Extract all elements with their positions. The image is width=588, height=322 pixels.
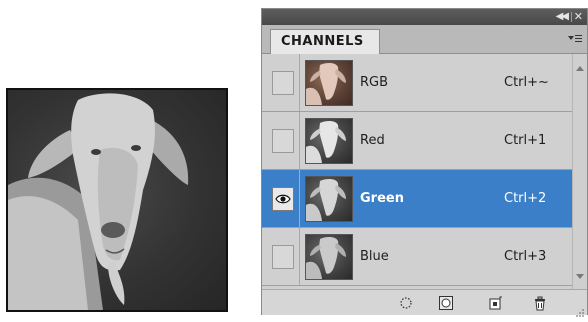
collapse-icon[interactable]: ◀◀	[556, 11, 569, 23]
titlebar-separator	[571, 12, 572, 22]
channel-name: Green	[360, 191, 404, 206]
visibility-toggle[interactable]	[272, 129, 294, 153]
column-divider	[299, 228, 300, 285]
close-icon[interactable]: ✕	[574, 10, 583, 24]
channel-name: Blue	[360, 249, 389, 264]
eye-icon	[275, 194, 291, 204]
column-divider	[299, 170, 300, 227]
panel-bottom-bar	[262, 289, 587, 317]
delete-channel-icon[interactable]	[532, 295, 548, 311]
new-channel-icon[interactable]	[488, 295, 504, 311]
goat-illustration	[8, 93, 189, 310]
channel-name: Red	[360, 133, 385, 148]
visibility-toggle[interactable]	[272, 187, 294, 211]
channel-row-rgb[interactable]: RGB Ctrl+~	[262, 54, 572, 112]
column-divider	[299, 54, 300, 111]
channel-thumbnail	[305, 234, 353, 280]
channel-thumbnail	[305, 118, 353, 164]
channels-panel: ◀◀ ✕ CHANNELS RGB Ctrl+~ Red Ctrl+1 Gree…	[261, 8, 588, 317]
channel-row-red[interactable]: Red Ctrl+1	[262, 112, 572, 170]
scroll-up-icon[interactable]	[576, 66, 584, 71]
channel-shortcut: Ctrl+1	[504, 133, 547, 148]
panel-menu-icon[interactable]	[568, 33, 582, 45]
channel-thumbnail	[305, 60, 353, 106]
channel-shortcut: Ctrl+~	[504, 75, 549, 90]
channel-name: RGB	[360, 75, 389, 90]
visibility-toggle[interactable]	[272, 245, 294, 269]
channel-row-blue[interactable]: Blue Ctrl+3	[262, 228, 572, 286]
tab-channels[interactable]: CHANNELS	[270, 29, 380, 54]
save-selection-as-channel-icon[interactable]	[438, 295, 454, 311]
scrollbar[interactable]	[572, 54, 587, 289]
load-channel-as-selection-icon[interactable]	[398, 295, 414, 311]
channel-row-green[interactable]: Green Ctrl+2	[262, 170, 572, 228]
channel-shortcut: Ctrl+2	[504, 191, 547, 206]
panel-titlebar[interactable]: ◀◀ ✕	[262, 9, 587, 25]
channel-thumbnail	[305, 176, 353, 222]
scroll-down-icon[interactable]	[576, 274, 584, 279]
document-image-goat	[6, 88, 228, 312]
channel-shortcut: Ctrl+3	[504, 249, 547, 264]
visibility-toggle[interactable]	[272, 71, 294, 95]
column-divider	[299, 112, 300, 169]
tab-strip: CHANNELS	[262, 25, 587, 54]
resize-grip-icon[interactable]	[575, 303, 585, 317]
channel-list: RGB Ctrl+~ Red Ctrl+1 Green Ctrl+2 Blue …	[262, 54, 572, 289]
